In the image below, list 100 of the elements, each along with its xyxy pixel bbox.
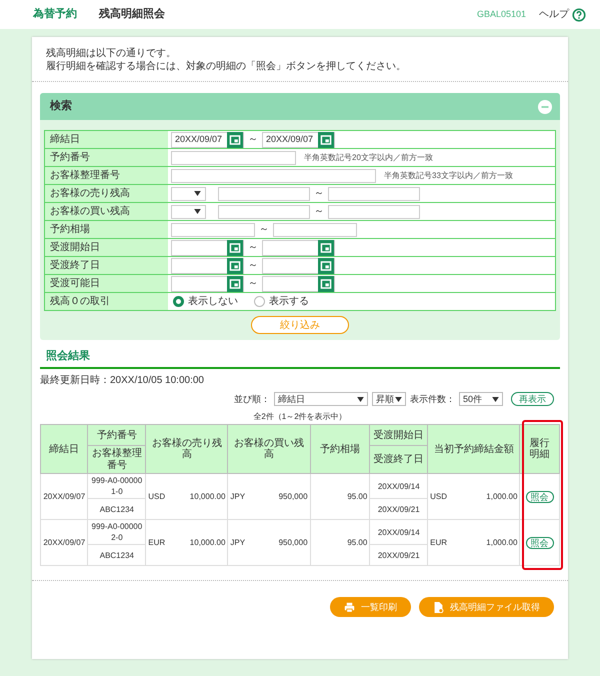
intro-text: 残高明細は以下の通りです。 — [46, 47, 177, 60]
radio-button[interactable] — [173, 296, 184, 307]
last-updated-text: 最終更新日時：20XX/10/05 10:00:00 — [40, 374, 205, 386]
view-button[interactable]: 照会 — [526, 536, 554, 549]
date-field[interactable] — [171, 258, 244, 274]
field-label: 受渡終了日 — [44, 256, 168, 274]
radio-button[interactable] — [254, 296, 265, 307]
date-field[interactable] — [262, 240, 335, 256]
column-header: 受渡終了日 — [370, 446, 428, 474]
sort-select[interactable]: 締結日 — [274, 392, 368, 406]
calendar-icon[interactable] — [318, 240, 334, 256]
field-hint: 半角英数記号20文字以内／前方一致 — [304, 152, 433, 162]
date-field[interactable] — [262, 258, 335, 274]
column-header: お客様の買い残高 — [228, 424, 310, 474]
rate-field[interactable] — [273, 222, 357, 236]
column-header: 受渡開始日 — [370, 424, 428, 446]
table-cell: 20XX/09/07 — [40, 520, 88, 566]
caret-icon — [194, 191, 201, 196]
date-field[interactable] — [262, 276, 335, 292]
caret-icon — [194, 209, 201, 214]
field-label: お客様整理番号 — [44, 166, 168, 184]
calendar-icon[interactable] — [318, 132, 334, 148]
sort-label: 並び順： — [234, 394, 270, 404]
range-separator: ～ — [314, 206, 324, 218]
table-cell: 20XX/09/14 — [370, 474, 428, 499]
currency-code: USD — [430, 492, 448, 502]
order-select[interactable]: 昇順 — [372, 392, 406, 406]
radio-label[interactable]: 表示しない — [188, 296, 238, 308]
currency-code: JPY — [230, 538, 246, 548]
amount-field[interactable] — [218, 186, 310, 200]
column-header: お客様整理番号 — [88, 446, 146, 474]
text-field[interactable] — [171, 168, 376, 182]
help-link[interactable]: ヘルプ — [539, 8, 569, 20]
currency-select[interactable] — [171, 186, 206, 200]
table-cell: 95.00 — [310, 474, 370, 520]
column-header: 締結日 — [40, 424, 88, 474]
column-header: 履行明細 — [520, 424, 560, 474]
table-cell: 999-A0-000001-0 — [88, 474, 146, 499]
text-field[interactable] — [171, 150, 296, 164]
date-field[interactable]: 20XX/09/07 — [262, 132, 335, 148]
column-header: 当初予約締結金額 — [428, 424, 520, 474]
date-field[interactable] — [171, 276, 244, 292]
screen-id: GBAL05101 — [476, 9, 526, 20]
field-label: 締結日 — [44, 130, 168, 148]
redisplay-button[interactable]: 再表示 — [511, 392, 554, 406]
file-icon — [433, 602, 444, 613]
amount-value: 1,000.00 — [486, 538, 518, 548]
field-label: お客様の売り残高 — [44, 184, 168, 202]
field-label: お客様の買い残高 — [44, 202, 168, 220]
currency-select[interactable] — [171, 204, 206, 218]
range-separator: ～ — [248, 260, 258, 272]
currency-code: JPY — [230, 492, 246, 502]
table-cell: 20XX/09/14 — [370, 520, 428, 545]
range-separator: ～ — [248, 278, 258, 290]
calendar-icon[interactable] — [227, 276, 243, 292]
amount-field[interactable] — [218, 204, 310, 218]
currency-code: EUR — [430, 538, 448, 548]
intro-text: 履行明細を確認する場合には、対象の明細の「照会」ボタンを押してください。 — [46, 60, 407, 73]
date-field[interactable] — [171, 240, 244, 256]
calendar-icon[interactable] — [318, 276, 334, 292]
column-header: 予約番号 — [88, 424, 146, 446]
amount-value: 950,000 — [278, 492, 308, 502]
radio-label[interactable]: 表示する — [269, 296, 309, 308]
amount-value: 1,000.00 — [486, 492, 518, 502]
result-count-text: 全2件（1～2件を表示中） — [252, 412, 348, 422]
calendar-icon[interactable] — [227, 240, 243, 256]
count-select[interactable]: 50件 — [459, 392, 503, 406]
caret-icon — [492, 396, 499, 402]
caret-icon — [395, 396, 402, 402]
page-title: 残高明細照会 — [99, 8, 165, 21]
view-button[interactable]: 照会 — [526, 490, 554, 503]
range-separator: ～ — [259, 224, 269, 236]
currency-code: USD — [148, 492, 166, 502]
count-label: 表示件数： — [410, 394, 455, 404]
field-label: 受渡開始日 — [44, 238, 168, 256]
field-label: 受渡可能日 — [44, 274, 168, 292]
amount-field[interactable] — [328, 204, 420, 218]
amount-field[interactable] — [328, 186, 420, 200]
calendar-icon[interactable] — [227, 258, 243, 274]
amount-value: 950,000 — [278, 538, 308, 548]
field-hint: 半角英数記号33文字以内／前方一致 — [384, 170, 513, 180]
amount-value: 10,000.00 — [190, 538, 226, 548]
currency-code: EUR — [148, 538, 166, 548]
date-field[interactable]: 20XX/09/07 — [171, 132, 244, 148]
results-title: 照会結果 — [40, 350, 560, 369]
column-header: 予約相場 — [310, 424, 370, 474]
search-title: 検索 — [50, 100, 72, 113]
range-separator: ～ — [248, 242, 258, 254]
brand-title: 為替予約 — [33, 8, 77, 21]
calendar-icon[interactable] — [227, 132, 243, 148]
range-separator: ～ — [248, 134, 258, 146]
range-separator: ～ — [314, 188, 324, 200]
caret-icon — [357, 396, 364, 402]
calendar-icon[interactable] — [318, 258, 334, 274]
field-label: 予約番号 — [44, 148, 168, 166]
field-label: 予約相場 — [44, 220, 168, 238]
help-icon[interactable] — [572, 8, 586, 22]
column-header: お客様の売り残高 — [146, 424, 228, 474]
rate-field[interactable] — [171, 222, 255, 236]
amount-value: 10,000.00 — [190, 492, 226, 502]
